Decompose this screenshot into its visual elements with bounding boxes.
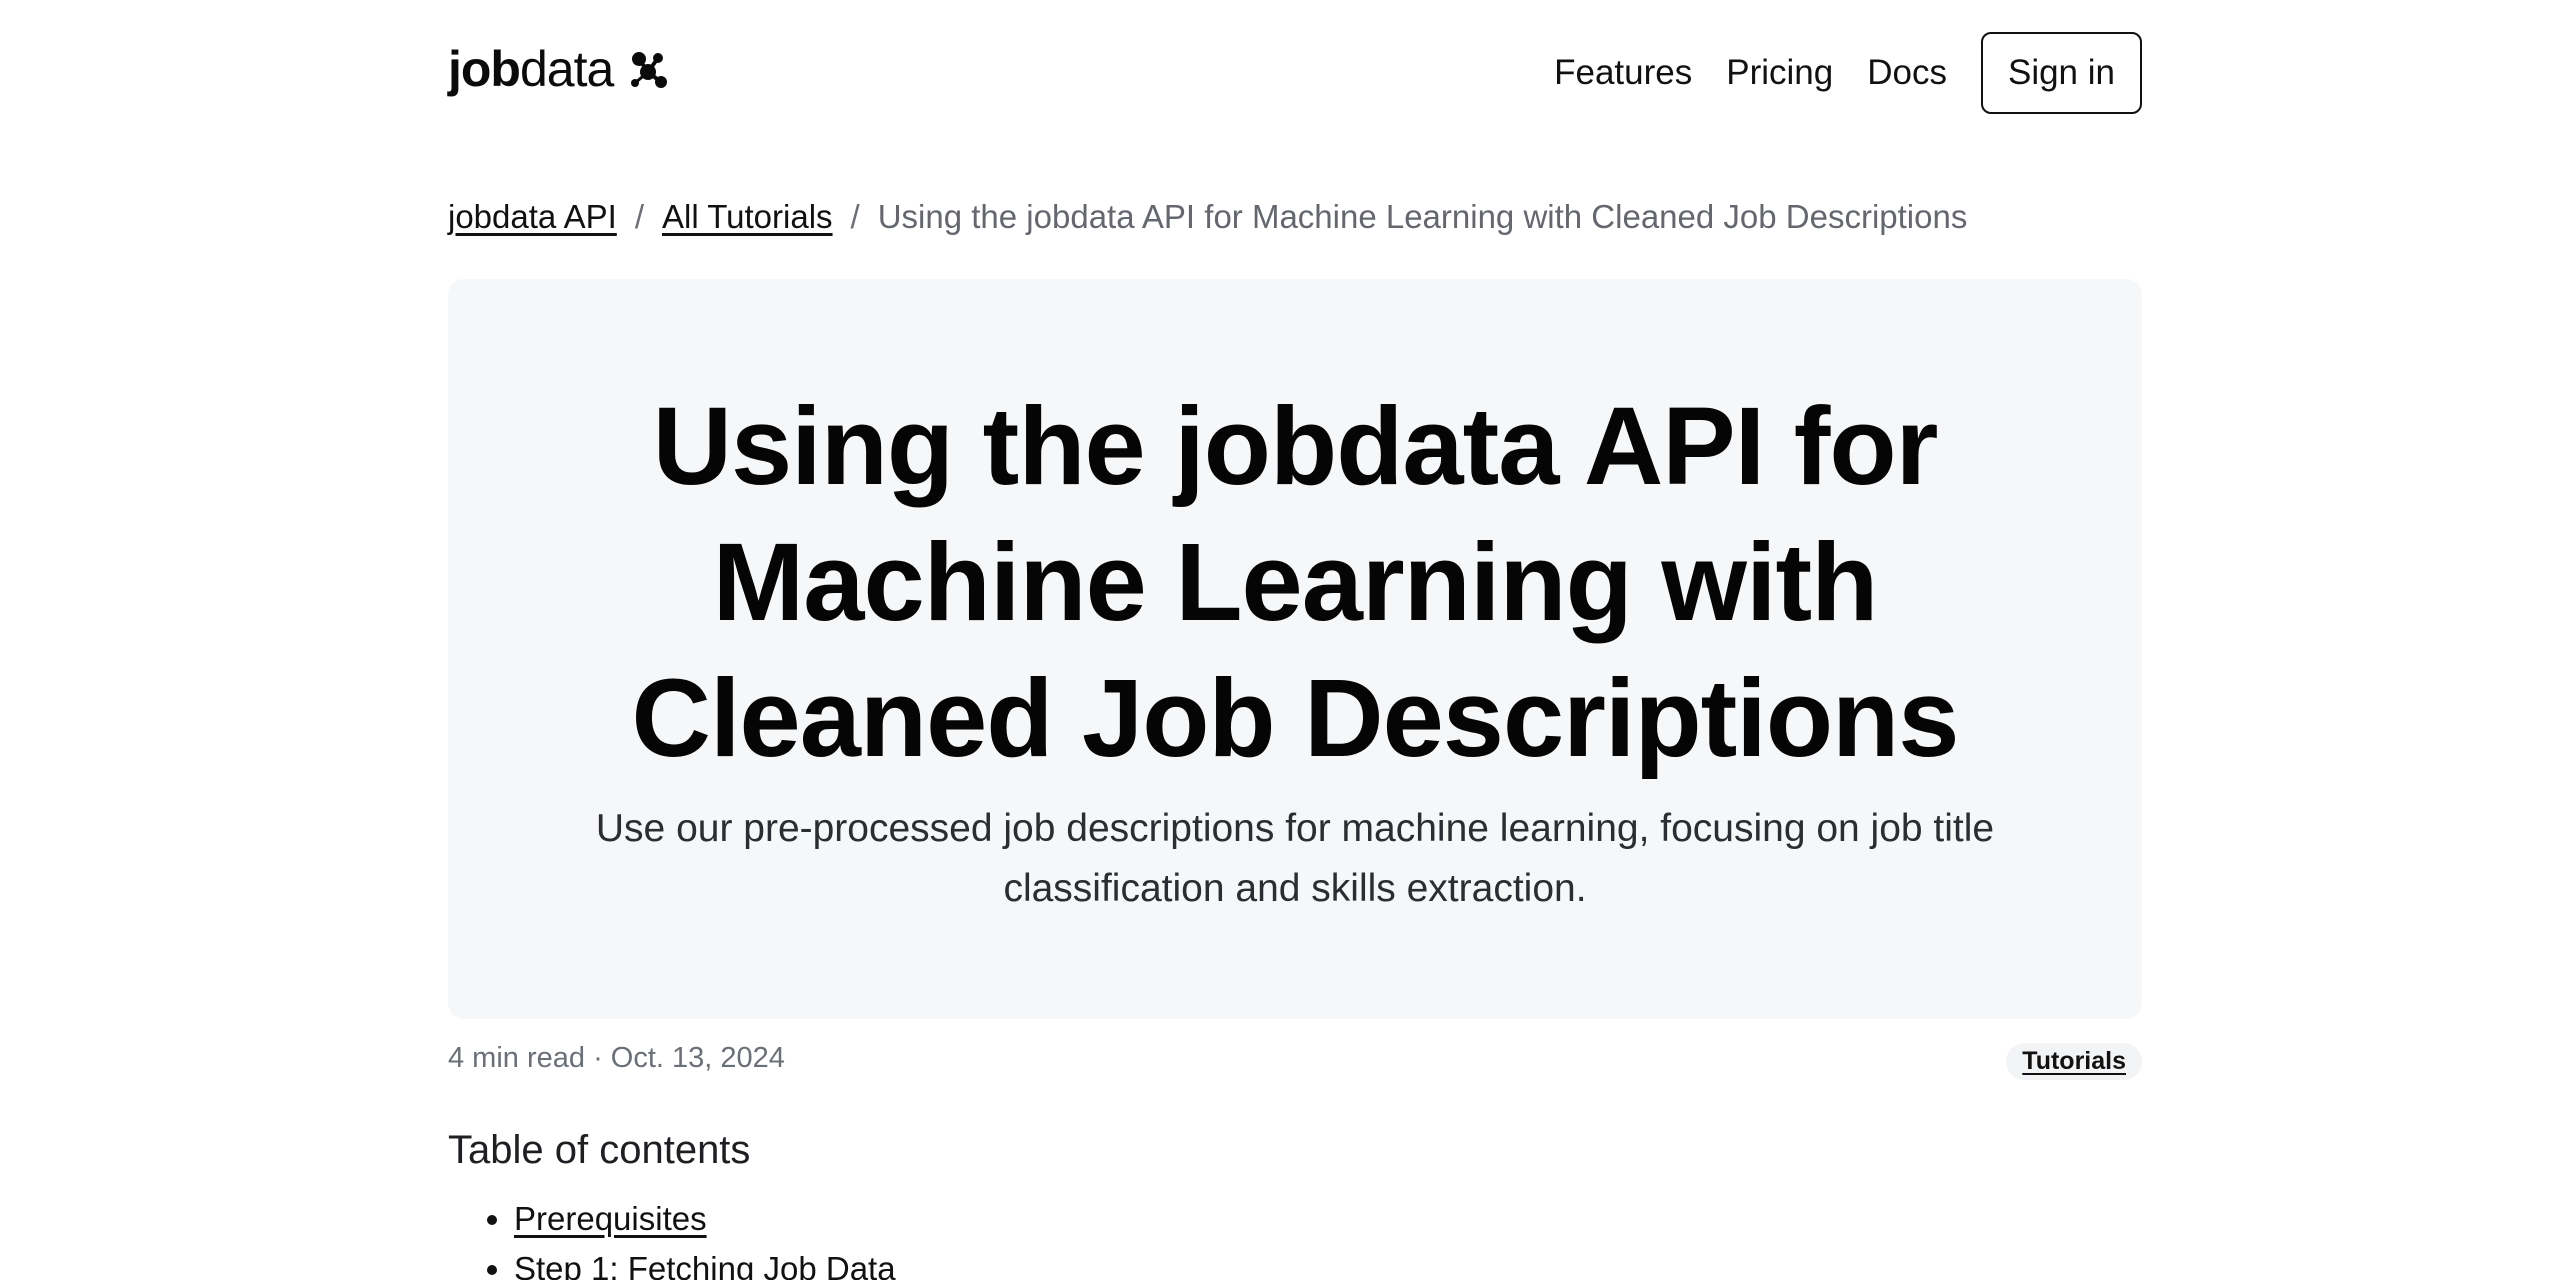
article-meta: 4 min read · Oct. 13, 2024: [448, 1042, 785, 1074]
breadcrumb-jobdata-api[interactable]: jobdata API: [448, 198, 617, 236]
subtitle-line: Use our pre-processed job descriptions f…: [595, 807, 1995, 850]
page-subtitle: Use our pre-processed job descriptions f…: [508, 799, 2082, 919]
page-title: Using the jobdata API for Machine Learni…: [448, 379, 2142, 787]
toc-item: Step 1: Fetching Job Data: [514, 1244, 896, 1280]
toc-title: Table of contents: [448, 1128, 751, 1172]
hero-card: Using the jobdata API for Machine Learni…: [448, 279, 2142, 1019]
main-nav: Features Pricing Docs Sign in: [1554, 30, 2142, 116]
molecule-icon: [631, 52, 668, 88]
category-tag[interactable]: Tutorials: [2006, 1043, 2142, 1080]
breadcrumb-current: Using the jobdata API for Machine Learni…: [877, 198, 1968, 235]
nav-pricing[interactable]: Pricing: [1726, 53, 1833, 93]
toc-list: Prerequisites Step 1: Fetching Job Data: [448, 1194, 896, 1280]
toc-link-prerequisites[interactable]: Prerequisites: [514, 1200, 707, 1237]
site-header: job data Features Pricing Docs Sign in: [448, 30, 2142, 120]
title-line: Machine Learning with: [712, 521, 1879, 644]
breadcrumb-separator: /: [634, 198, 644, 235]
logo[interactable]: job data: [448, 44, 669, 94]
toc-link-step-1[interactable]: Step 1: Fetching Job Data: [514, 1250, 896, 1280]
nav-features[interactable]: Features: [1554, 53, 1692, 93]
toc-item: Prerequisites: [514, 1194, 896, 1244]
title-line: Cleaned Job Descriptions: [631, 657, 1960, 780]
page: job data Features Pricing Docs Sign in jo…: [0, 0, 2560, 1280]
title-line: Using the jobdata API for: [652, 385, 1939, 508]
sign-in-button[interactable]: Sign in: [1980, 32, 2142, 114]
breadcrumb: jobdata API / All Tutorials / Using the …: [448, 198, 1967, 236]
breadcrumb-separator: /: [850, 198, 860, 235]
logo-text-bold: job: [448, 41, 521, 97]
nav-docs[interactable]: Docs: [1867, 53, 1947, 93]
logo-text-light: data: [519, 41, 614, 97]
subtitle-line: classification and skills extraction.: [1003, 867, 1587, 910]
breadcrumb-all-tutorials[interactable]: All Tutorials: [662, 198, 833, 236]
